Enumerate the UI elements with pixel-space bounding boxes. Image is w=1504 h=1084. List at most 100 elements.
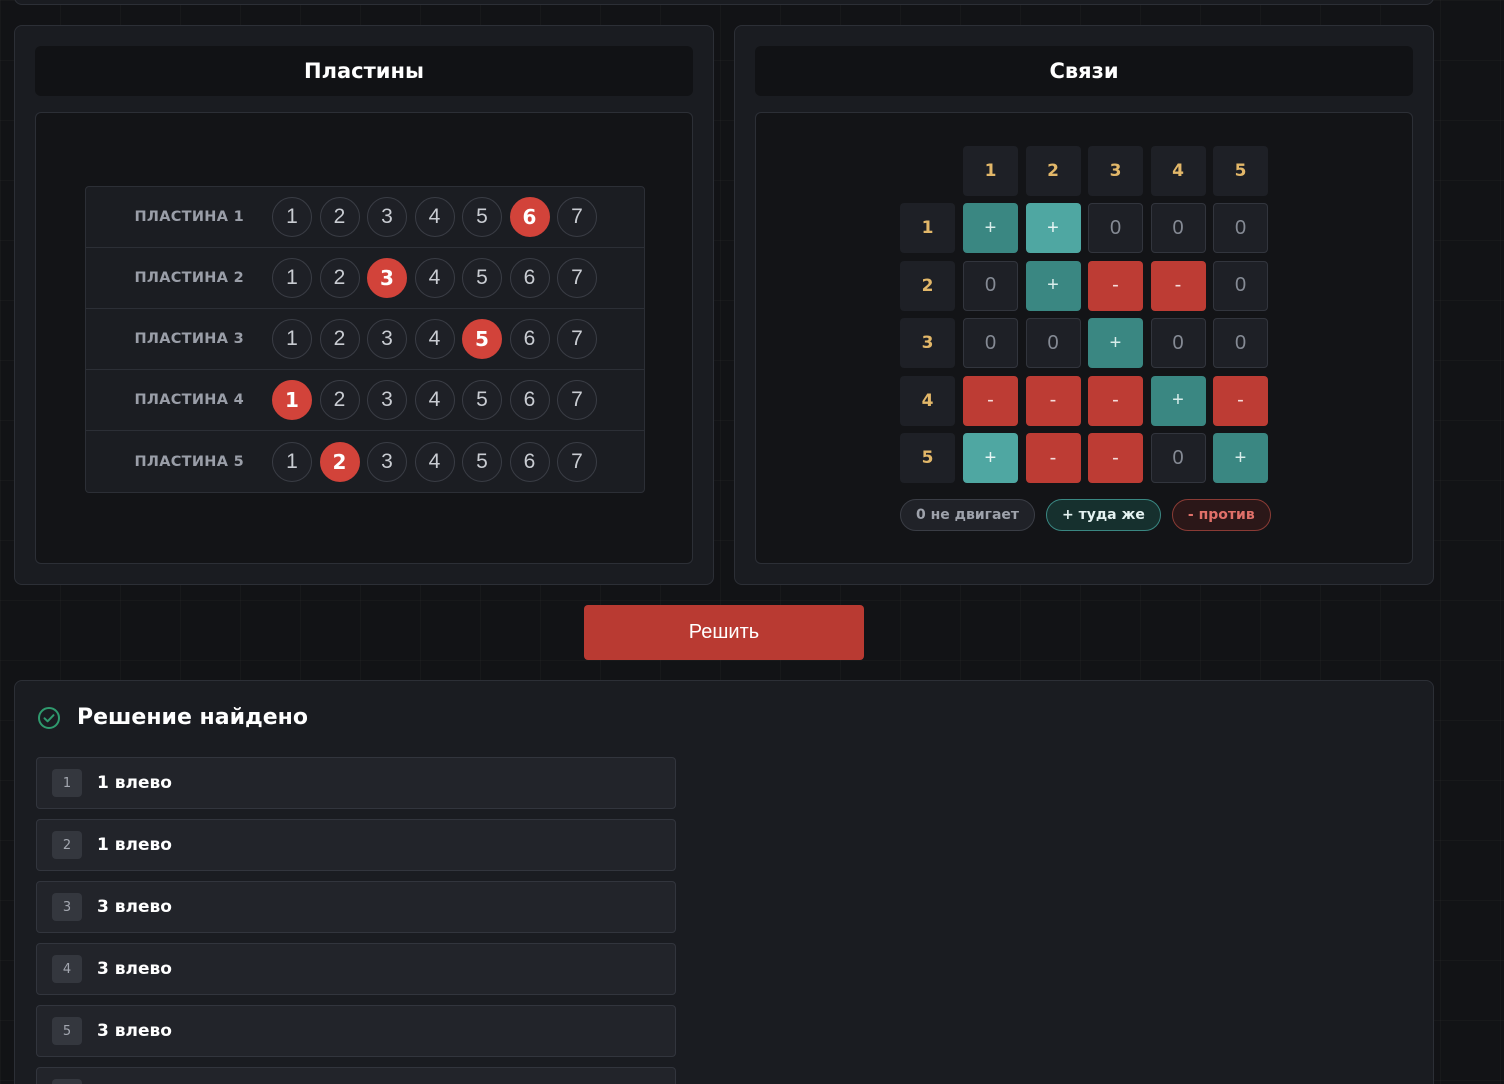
solution-step: 1 1 влево [36, 757, 676, 809]
matrix-cell[interactable]: 0 [1213, 318, 1268, 368]
plate-positions: 1234567 [272, 258, 597, 298]
matrix-cell[interactable]: - [1088, 433, 1143, 483]
matrix-cell[interactable]: + [1088, 318, 1143, 368]
plate-position-button[interactable]: 1 [272, 380, 312, 420]
matrix-row-header: 5 [900, 433, 955, 483]
plate-position-button[interactable]: 2 [319, 319, 360, 359]
plate-position-button[interactable]: 7 [557, 441, 597, 482]
plate-positions: 1234567 [272, 197, 597, 237]
plate-positions: 1234567 [272, 319, 597, 359]
plate-position-button[interactable]: 3 [367, 258, 407, 298]
plate-position-button[interactable]: 4 [414, 197, 455, 237]
step-text: 3 влево [97, 1021, 172, 1041]
plate-position-button[interactable]: 3 [367, 380, 407, 420]
matrix-cell[interactable]: + [1025, 203, 1081, 253]
plate-row: ПЛАСТИНА 1 1234567 [86, 187, 644, 248]
plate-label: ПЛАСТИНА 1 [134, 209, 244, 225]
plate-position-button[interactable]: 3 [367, 319, 407, 359]
matrix-row-header: 4 [900, 375, 955, 426]
result-panel: Решение найдено 1 1 влево 2 1 влево 3 3 влево… [14, 680, 1434, 1084]
matrix-cell[interactable]: - [1088, 375, 1143, 426]
matrix-cell[interactable]: - [1025, 433, 1081, 483]
solve-button[interactable]: Решить [584, 605, 864, 660]
plate-position-button[interactable]: 4 [414, 258, 455, 298]
plate-position-button[interactable]: 2 [319, 258, 360, 298]
matrix-cell[interactable]: + [963, 203, 1018, 253]
plate-position-button[interactable]: 5 [462, 197, 502, 237]
plate-position-button[interactable]: 6 [509, 380, 550, 420]
plate-position-button[interactable]: 2 [319, 380, 360, 420]
matrix-cell[interactable]: - [1213, 375, 1268, 426]
matrix-cell[interactable]: + [1025, 260, 1081, 311]
check-circle-icon [38, 706, 60, 729]
plate-position-button[interactable]: 6 [509, 441, 550, 482]
matrix-cell[interactable]: - [1088, 260, 1143, 311]
plate-position-button[interactable]: 5 [462, 380, 502, 420]
relations-legend: 0 не двигает + туда же - против [900, 499, 1271, 531]
matrix-cell[interactable]: + [963, 433, 1018, 483]
plate-position-button[interactable]: 6 [509, 258, 550, 298]
step-number-badge: 2 [52, 831, 82, 859]
matrix-column-header: 5 [1213, 146, 1268, 196]
plate-position-button[interactable]: 7 [557, 380, 597, 420]
plates-table: ПЛАСТИНА 1 1 2 3 4 5 6 7 ПЛАСТИНА 2 1 2 3 4 5 6 7 ПЛАСТИ… [85, 186, 645, 493]
plate-row: ПЛАСТИНА 2 1234567 [86, 248, 644, 309]
matrix-cell[interactable]: - [1150, 260, 1206, 311]
plate-position-button[interactable]: 5 [462, 319, 502, 359]
matrix-cell[interactable]: 0 [1213, 203, 1268, 253]
plate-position-button[interactable]: 2 [319, 441, 360, 482]
step-text: 3 влево [97, 959, 172, 979]
plate-position-button[interactable]: 2 [319, 197, 360, 237]
plate-position-button[interactable]: 1 [272, 197, 312, 237]
matrix-cell[interactable]: 0 [963, 260, 1018, 311]
plate-position-button[interactable]: 3 [367, 441, 407, 482]
plate-label: ПЛАСТИНА 5 [134, 453, 244, 470]
plate-row: ПЛАСТИНА 3 1234567 [86, 309, 644, 370]
plate-position-button[interactable]: 1 [272, 441, 312, 482]
plate-position-button[interactable]: 6 [509, 319, 550, 359]
solution-step [36, 1067, 676, 1084]
plate-position-button[interactable]: 4 [414, 380, 455, 420]
plate-position-button[interactable]: 7 [557, 319, 597, 359]
relations-panel-body: 1 2 3 4 5 1 2 3 4 5 + +0 0 0 0 + - -0 0 0 +0 0- - - + - + - -0 + 0 не… [755, 112, 1413, 564]
matrix-cell[interactable]: 0 [1150, 203, 1206, 253]
step-number-badge [52, 1079, 82, 1084]
step-text: 1 влево [97, 773, 172, 793]
plate-position-button[interactable]: 1 [272, 258, 312, 298]
matrix-cell[interactable]: 0 [1088, 203, 1143, 253]
matrix-cell[interactable]: 0 [1150, 318, 1206, 368]
plate-position-button[interactable]: 7 [557, 197, 597, 237]
plate-position-button[interactable]: 4 [414, 441, 455, 482]
matrix-cell[interactable]: + [1150, 375, 1206, 426]
plate-position-button[interactable]: 4 [414, 319, 455, 359]
matrix-cell[interactable]: - [1025, 375, 1081, 426]
matrix-cell[interactable]: 0 [963, 318, 1018, 368]
matrix-cell[interactable]: + [1213, 433, 1268, 483]
plate-position-button[interactable]: 5 [462, 258, 502, 298]
plate-position-button[interactable]: 7 [557, 258, 597, 298]
step-number-badge: 3 [52, 893, 82, 921]
plate-row: ПЛАСТИНА 5 1234567 [86, 431, 644, 492]
matrix-cell[interactable]: - [963, 375, 1018, 426]
plate-label: ПЛАСТИНА 4 [134, 392, 244, 408]
plate-position-button[interactable]: 1 [272, 319, 312, 359]
matrix-row-header: 3 [900, 318, 955, 368]
plate-row: ПЛАСТИНА 4 1234567 [86, 370, 644, 431]
plate-position-button[interactable]: 3 [367, 197, 407, 237]
plates-panel-body: ПЛАСТИНА 1 1 2 3 4 5 6 7 ПЛАСТИНА 2 1 2 3 4 5 6 7 ПЛАСТИ… [35, 112, 693, 564]
matrix-cell[interactable]: 0 [1213, 260, 1268, 311]
step-text: 1 влево [97, 835, 172, 855]
result-title: Решение найдено [77, 705, 308, 730]
step-text: 3 влево [97, 897, 172, 917]
top-panel-edge [14, 0, 1434, 5]
plate-label: ПЛАСТИНА 3 [134, 331, 244, 347]
plate-position-button[interactable]: 6 [509, 197, 550, 237]
matrix-cell[interactable]: 0 [1025, 318, 1081, 368]
solution-steps-list: 1 1 влево 2 1 влево 3 3 влево 4 3 влево 5 3 влево [36, 757, 676, 1084]
matrix-cell[interactable]: 0 [1150, 433, 1206, 483]
plate-position-button[interactable]: 5 [462, 441, 502, 482]
legend-plus: + туда же [1046, 499, 1161, 531]
legend-minus: - против [1171, 499, 1271, 531]
step-number-badge: 1 [52, 769, 82, 797]
matrix-column-header: 4 [1150, 146, 1206, 196]
